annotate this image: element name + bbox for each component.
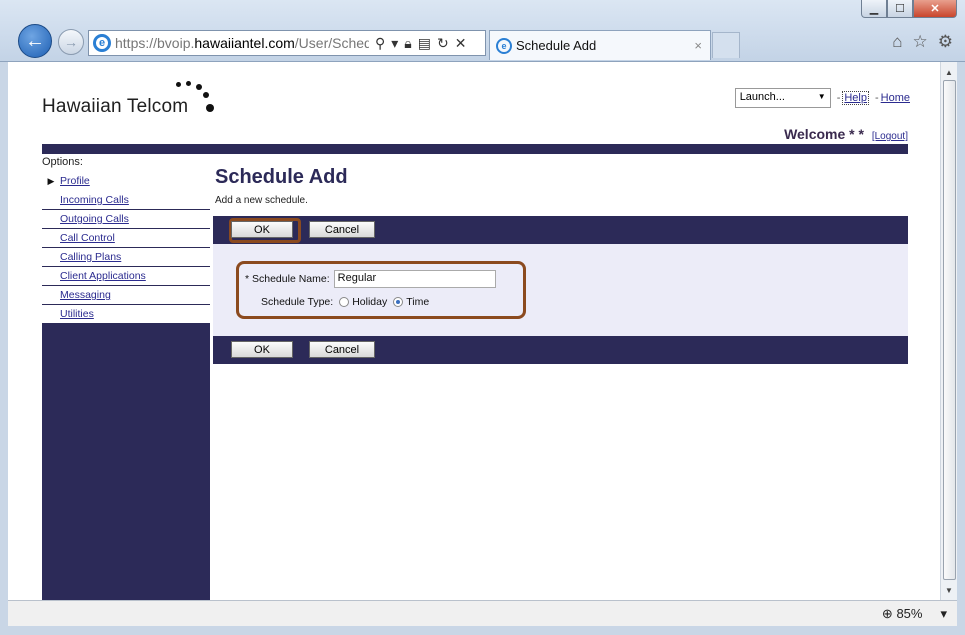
close-window-button[interactable]: ✕ [913,0,957,18]
url-text[interactable]: https://bvoip.hawaiiantel.com/User/Sched… [115,35,369,51]
schedule-name-label: * Schedule Name: [245,273,330,285]
time-radio[interactable] [393,297,404,307]
holiday-radio-label: Holiday [352,296,388,308]
zoom-value: ⊕ 85% [882,606,923,622]
sidebar-item-label: Client Applications [60,270,146,282]
forward-button[interactable]: → [58,29,84,55]
zoom-icon: ⊕ [881,606,893,621]
logout-link[interactable]: [Logout] [872,131,908,142]
sidebar-item-profile[interactable]: ▶ Profile [42,172,210,191]
separator: - [874,92,879,104]
search-icon[interactable]: ⚲ [375,35,385,52]
welcome-area: Welcome * * [Logout] [784,126,908,142]
tab-title: Schedule Add [516,38,597,53]
ok-button-top[interactable]: OK [231,221,293,238]
sidebar-item-call-control[interactable]: Call Control [42,229,210,248]
address-icons: ⚲ ▾ 🔒︎ ▤ ↻ ✕ [375,35,466,52]
back-arrow-icon: ← [25,29,45,52]
vertical-scrollbar[interactable]: ▲ ▼ [940,62,957,600]
schedule-form: * Schedule Name: Regular Schedule Type: … [213,244,908,336]
schedule-name-row: * Schedule Name: Regular [245,270,496,288]
page-viewport: Hawaiian Telcom Launch... - Help - Home … [8,62,940,600]
schedule-name-input[interactable]: Regular [333,270,496,288]
zoom-text: 85% [896,606,923,621]
main-content: Schedule Add Add a new schedule. OK Canc… [213,154,908,364]
compat-view-icon[interactable]: ▤ [418,35,431,52]
hawaiian-telcom-logo: Hawaiian Telcom [42,81,214,118]
bottom-button-bar: OK Cancel [213,336,908,364]
settings-gear-icon[interactable]: ⚙ [938,32,953,52]
stop-icon[interactable]: ✕ [455,35,467,52]
sidebar-item-client-applications[interactable]: Client Applications [42,267,210,286]
sidebar-item-label: Incoming Calls [60,194,129,206]
browser-toolbar-icons: ⌂ ☆ ⚙ [892,32,953,52]
sidebar-item-label: Call Control [60,232,115,244]
taskbar-strip [0,626,965,635]
window-controls: ▁ ☐ ✕ [861,0,957,18]
home-icon[interactable]: ⌂ [892,32,902,52]
help-link[interactable]: Help [842,91,869,105]
favorites-star-icon[interactable]: ☆ [913,32,928,52]
time-radio-label: Time [406,296,430,308]
ie-logo-icon: e [93,34,111,52]
holiday-radio[interactable] [339,297,350,307]
sidebar-item-label: Calling Plans [60,251,122,263]
new-tab-button[interactable] [712,32,740,58]
tab-ie-icon: e [496,37,512,54]
schedule-type-row: Schedule Type: Holiday Time [261,296,429,308]
tab-schedule-add[interactable]: e Schedule Add × [489,30,711,60]
scroll-thumb[interactable] [943,80,956,580]
back-button[interactable]: ← [18,24,52,58]
url-path: /User/Schedu [294,35,369,51]
zoom-dropdown-icon[interactable]: ▾ [940,606,947,622]
ok-button-bottom[interactable]: OK [231,341,293,358]
sidebar-item-incoming-calls[interactable]: Incoming Calls [42,191,210,210]
sidebar: Options: ▶ Profile Incoming Calls Outgoin… [42,154,210,600]
sidebar-item-label: Profile [60,175,90,187]
dropdown-icon[interactable]: ▾ [391,35,398,52]
minimize-button[interactable]: ▁ [861,0,887,18]
lock-icon[interactable]: 🔒︎ [404,35,411,52]
separator: - [836,92,841,104]
welcome-text: Welcome * * [784,126,864,142]
forward-arrow-icon: → [64,34,78,50]
schedule-type-label: Schedule Type: [261,296,334,308]
sidebar-item-utilities[interactable]: Utilities [42,305,210,324]
cancel-button-top[interactable]: Cancel [309,221,375,238]
url-prefix: https://bvoip. [115,35,195,51]
header-bar [42,144,908,154]
url-domain: hawaiiantel.com [194,35,295,51]
zoom-control[interactable]: ⊕ 85% ▾ [882,606,947,622]
scroll-up-icon[interactable]: ▲ [941,64,957,80]
launch-select[interactable]: Launch... [734,88,831,108]
tab-close-icon[interactable]: × [694,38,702,53]
page-title: Schedule Add [215,166,348,188]
sidebar-item-messaging[interactable]: Messaging [42,286,210,305]
logo-dots-icon [166,76,226,116]
sidebar-item-calling-plans[interactable]: Calling Plans [42,248,210,267]
status-bar: ⊕ 85% ▾ [8,600,957,626]
header-links: Launch... - Help - Home [734,88,910,108]
refresh-icon[interactable]: ↻ [437,35,449,52]
sidebar-item-label: Utilities [60,308,94,320]
address-bar[interactable]: e https://bvoip.hawaiiantel.com/User/Sch… [88,30,486,56]
maximize-button[interactable]: ☐ [887,0,913,18]
sidebar-item-outgoing-calls[interactable]: Outgoing Calls [42,210,210,229]
sidebar-item-label: Outgoing Calls [60,213,129,225]
sidebar-item-label: Messaging [60,289,111,301]
current-arrow-icon: ▶ [47,176,55,186]
home-link[interactable]: Home [881,92,910,104]
options-heading: Options: [42,154,210,172]
scroll-down-icon[interactable]: ▼ [941,582,957,598]
browser-titlebar: ▁ ☐ ✕ ← → e https://bvoip.hawaiiantel.co… [0,0,965,62]
page-description: Add a new schedule. [215,195,308,206]
cancel-button-bottom[interactable]: Cancel [309,341,375,358]
top-button-bar: OK Cancel [213,216,908,244]
